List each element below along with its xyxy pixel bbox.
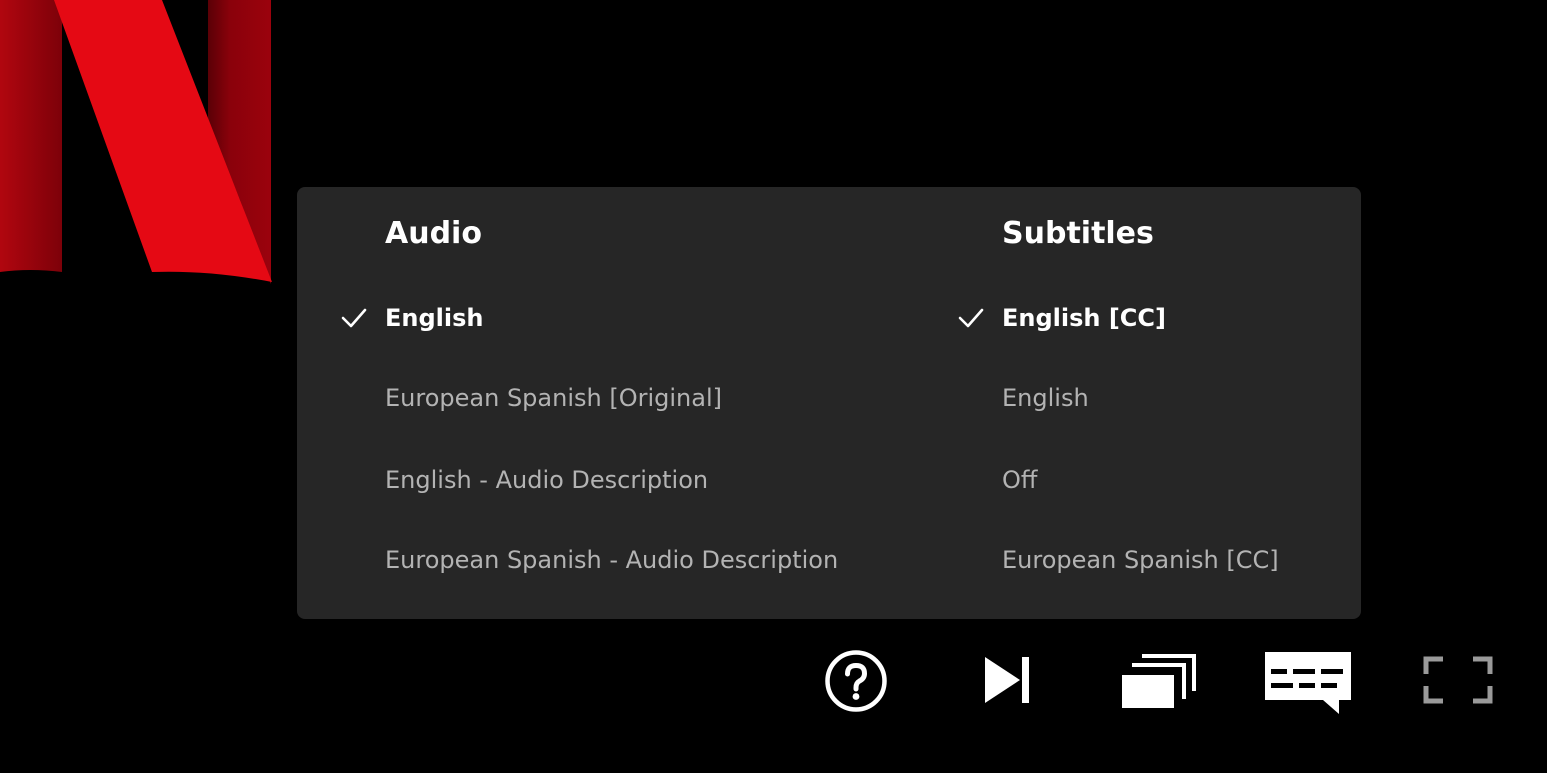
subtitle-option-english-cc[interactable]: English [CC] [958, 288, 1338, 348]
audio-option-english-audio-description[interactable]: English - Audio Description [341, 450, 901, 510]
subtitle-option-label: English [1002, 384, 1089, 412]
subtitle-option-european-spanish-cc[interactable]: European Spanish [CC] [958, 530, 1338, 590]
audio-subtitles-icon[interactable] [1263, 650, 1353, 716]
video-player: Audio English European Spanish [Original… [0, 0, 1547, 773]
audio-heading: Audio [385, 216, 482, 251]
audio-option-label: European Spanish - Audio Description [385, 546, 839, 574]
audio-option-label: English [385, 304, 484, 332]
check-icon [958, 308, 984, 328]
subtitle-option-label: European Spanish [CC] [1002, 546, 1279, 574]
next-episode-icon[interactable] [982, 655, 1032, 705]
audio-option-european-spanish-original[interactable]: European Spanish [Original] [341, 368, 901, 428]
audio-option-english[interactable]: English [341, 288, 901, 348]
check-icon [341, 308, 367, 328]
audio-option-european-spanish-audio-description[interactable]: European Spanish - Audio Description [341, 530, 901, 590]
help-icon[interactable] [824, 649, 888, 713]
netflix-logo-icon [0, 0, 272, 284]
audio-option-label: European Spanish [Original] [385, 384, 722, 412]
episodes-icon[interactable] [1120, 653, 1196, 709]
audio-option-label: English - Audio Description [385, 466, 709, 494]
subtitles-heading: Subtitles [1002, 216, 1154, 251]
audio-subtitles-menu: Audio English European Spanish [Original… [297, 187, 1361, 619]
subtitle-option-english[interactable]: English [958, 368, 1338, 428]
subtitle-option-label: Off [1002, 466, 1038, 494]
subtitle-option-off[interactable]: Off [958, 450, 1338, 510]
fullscreen-icon[interactable] [1423, 656, 1493, 704]
subtitle-option-label: English [CC] [1002, 304, 1167, 332]
